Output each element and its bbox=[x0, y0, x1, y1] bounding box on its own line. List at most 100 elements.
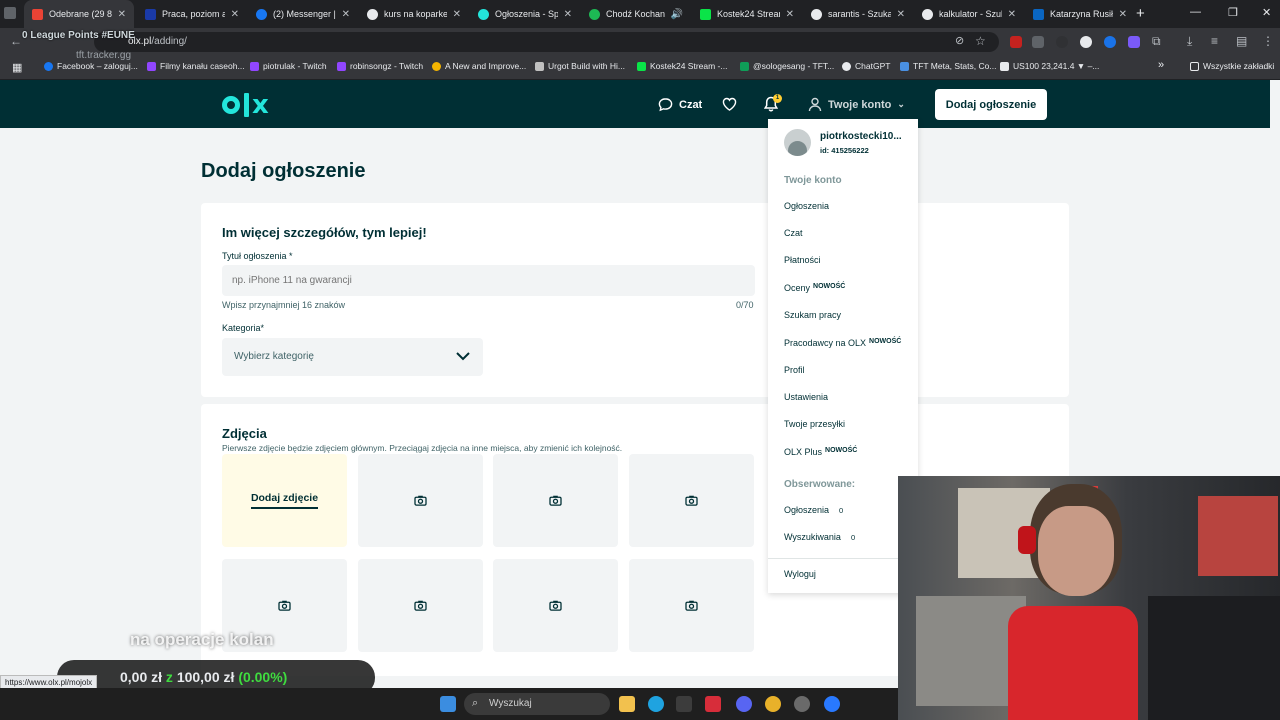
browser-tab[interactable]: Chodź Kochan 🔊 bbox=[581, 0, 691, 28]
olx-logo[interactable]: x bbox=[222, 92, 269, 118]
bookmark[interactable]: TFT Meta, Stats, Co... bbox=[900, 61, 996, 71]
bookmark[interactable]: Filmy kanału caseoh... bbox=[147, 61, 245, 71]
photo-slot[interactable] bbox=[493, 559, 618, 652]
app-icon[interactable] bbox=[794, 696, 810, 712]
account-link[interactable]: Twoje konto ⌄ bbox=[808, 97, 905, 112]
extension-icon[interactable] bbox=[1056, 36, 1068, 48]
close-window-button[interactable]: ✕ bbox=[1262, 6, 1271, 19]
photo-slot[interactable] bbox=[629, 559, 754, 652]
tab-search-icon[interactable]: ≡ bbox=[1211, 34, 1218, 48]
browser-tab[interactable]: Kostek24 Stream ✕ bbox=[692, 0, 802, 28]
bookmark[interactable]: @sologesang - TFT... bbox=[740, 61, 834, 71]
star-icon[interactable]: ☆ bbox=[975, 34, 986, 48]
bookmark[interactable]: Kostek24 Stream -... bbox=[637, 61, 727, 71]
avatar[interactable] bbox=[784, 129, 811, 156]
eye-off-icon[interactable]: ⊘ bbox=[955, 34, 964, 47]
tab-close-icon[interactable]: ✕ bbox=[1119, 9, 1127, 20]
browser-tab[interactable]: kalkulator - Szuka ✕ bbox=[914, 0, 1024, 28]
browser-tab[interactable]: Katarzyna Rusiłow ✕ bbox=[1025, 0, 1135, 28]
windows-start-icon[interactable] bbox=[440, 696, 456, 712]
omnibox[interactable] bbox=[94, 32, 999, 52]
tab-close-icon[interactable]: ✕ bbox=[1008, 9, 1016, 20]
extension-icon[interactable] bbox=[1128, 36, 1140, 48]
restore-button[interactable]: ❐ bbox=[1228, 6, 1238, 19]
speaker-icon[interactable]: 🔊 bbox=[671, 9, 683, 20]
photo-slot[interactable] bbox=[493, 454, 618, 547]
tab-close-icon[interactable]: ✕ bbox=[342, 9, 350, 20]
menu-item-payments[interactable]: Płatności bbox=[784, 255, 821, 265]
menu-item-ads[interactable]: Ogłoszenia bbox=[784, 201, 829, 211]
tab-close-icon[interactable]: ✕ bbox=[453, 9, 461, 20]
bookmark[interactable]: US100 23,241.4 ▼ –... bbox=[1000, 61, 1099, 71]
tab-close-icon[interactable]: ✕ bbox=[231, 9, 239, 20]
extension-icon[interactable] bbox=[1104, 36, 1116, 48]
tab-close-icon[interactable]: ✕ bbox=[118, 9, 126, 20]
tab-close-icon[interactable]: ✕ bbox=[897, 9, 905, 20]
menu-item-job-search[interactable]: Szukam pracy bbox=[784, 310, 841, 320]
heart-icon[interactable] bbox=[722, 97, 737, 111]
chevron-down-icon: ⌄ bbox=[897, 99, 905, 109]
taskbar-search[interactable] bbox=[464, 693, 610, 715]
tab-search-icon[interactable] bbox=[4, 7, 16, 19]
new-tab-button[interactable]: + bbox=[1136, 5, 1145, 22]
menu-item-watched-ads[interactable]: Ogłoszenia 0 bbox=[784, 505, 843, 515]
browser-tab[interactable]: (2) Messenger | Fa ✕ bbox=[248, 0, 358, 28]
app-icon[interactable] bbox=[676, 696, 692, 712]
bookmark[interactable]: piotrulak - Twitch bbox=[250, 61, 327, 71]
download-icon[interactable]: ⤓ bbox=[1187, 34, 1192, 49]
all-bookmarks[interactable]: Wszystkie zakładki bbox=[1190, 61, 1274, 71]
bookmark[interactable]: Facebook – zaloguj... bbox=[44, 61, 138, 71]
menu-item-shipments[interactable]: Twoje przesyłki bbox=[784, 419, 845, 429]
menu-item-profile[interactable]: Profil bbox=[784, 365, 805, 375]
bookmark[interactable]: A New and Improve... bbox=[432, 61, 526, 71]
tab-close-icon[interactable]: ✕ bbox=[564, 9, 572, 20]
app-icon[interactable] bbox=[824, 696, 840, 712]
account-username[interactable]: piotrkostecki10... bbox=[820, 131, 910, 142]
menu-item-watched-searches[interactable]: Wyszukiwania 0 bbox=[784, 532, 855, 542]
url-text[interactable]: olx.pl/adding/ bbox=[128, 36, 187, 47]
tab-close-icon[interactable]: ✕ bbox=[786, 9, 794, 20]
extension-icon[interactable] bbox=[1010, 36, 1022, 48]
menu-item-ratings[interactable]: Oceny NOWOŚĆ bbox=[784, 283, 845, 293]
chat-link[interactable]: Czat bbox=[658, 97, 702, 112]
photo-slot[interactable] bbox=[358, 559, 483, 652]
title-input[interactable] bbox=[222, 265, 755, 296]
profile-icon[interactable]: ▤ bbox=[1236, 34, 1247, 48]
app-icon[interactable] bbox=[705, 696, 721, 712]
hanging-cloth bbox=[1198, 496, 1278, 576]
back-button[interactable]: ← bbox=[10, 34, 22, 48]
file-explorer-icon[interactable] bbox=[619, 696, 635, 712]
browser-tab[interactable]: Ogłoszenia - Sprz ✕ bbox=[470, 0, 580, 28]
logout-button[interactable]: Wyloguj bbox=[784, 569, 816, 579]
add-ad-button[interactable]: Dodaj ogłoszenie bbox=[935, 89, 1047, 120]
sheets-icon bbox=[740, 61, 749, 71]
bookmark[interactable]: robinsongz - Twitch bbox=[337, 61, 423, 71]
status-bar-url: https://www.olx.pl/mojolx bbox=[0, 675, 98, 689]
menu-item-olx-plus[interactable]: OLX Plus NOWOŚĆ bbox=[784, 447, 857, 457]
menu-icon[interactable]: ⋮ bbox=[1262, 34, 1274, 48]
new-badge: NOWOŚĆ bbox=[825, 447, 858, 454]
discord-icon[interactable] bbox=[736, 696, 752, 712]
extensions-puzzle-icon[interactable]: ⧉ bbox=[1152, 34, 1161, 49]
photo-slot[interactable] bbox=[358, 454, 483, 547]
extension-icon[interactable] bbox=[1032, 36, 1044, 48]
edge-icon[interactable] bbox=[648, 696, 664, 712]
camera-icon bbox=[685, 495, 698, 506]
browser-tab[interactable]: Praca, poziom asy ✕ bbox=[137, 0, 247, 28]
apps-icon[interactable]: ▦ bbox=[12, 61, 22, 74]
bookmarks-overflow-icon[interactable]: » bbox=[1158, 59, 1164, 71]
bookmark[interactable]: ChatGPT bbox=[842, 61, 890, 71]
photo-slot[interactable] bbox=[629, 454, 754, 547]
extension-icon[interactable] bbox=[1080, 36, 1092, 48]
minimize-button[interactable]: — bbox=[1190, 6, 1201, 18]
menu-item-chat[interactable]: Czat bbox=[784, 228, 803, 238]
browser-tab[interactable]: sarantis - Szukaj ✕ bbox=[803, 0, 913, 28]
chrome-icon[interactable] bbox=[765, 696, 781, 712]
google-icon bbox=[811, 8, 822, 20]
add-photo-button[interactable]: Dodaj zdjęcie bbox=[222, 454, 347, 547]
browser-tab[interactable]: kurs na koparke - ✕ bbox=[359, 0, 469, 28]
menu-item-settings[interactable]: Ustawienia bbox=[784, 392, 828, 402]
bookmark[interactable]: Urgot Build with Hi... bbox=[535, 61, 625, 71]
browser-tab[interactable]: Odebrane (29 884) ✕ bbox=[24, 0, 134, 28]
menu-item-employers[interactable]: Pracodawcy na OLX NOWOŚĆ bbox=[784, 338, 901, 348]
